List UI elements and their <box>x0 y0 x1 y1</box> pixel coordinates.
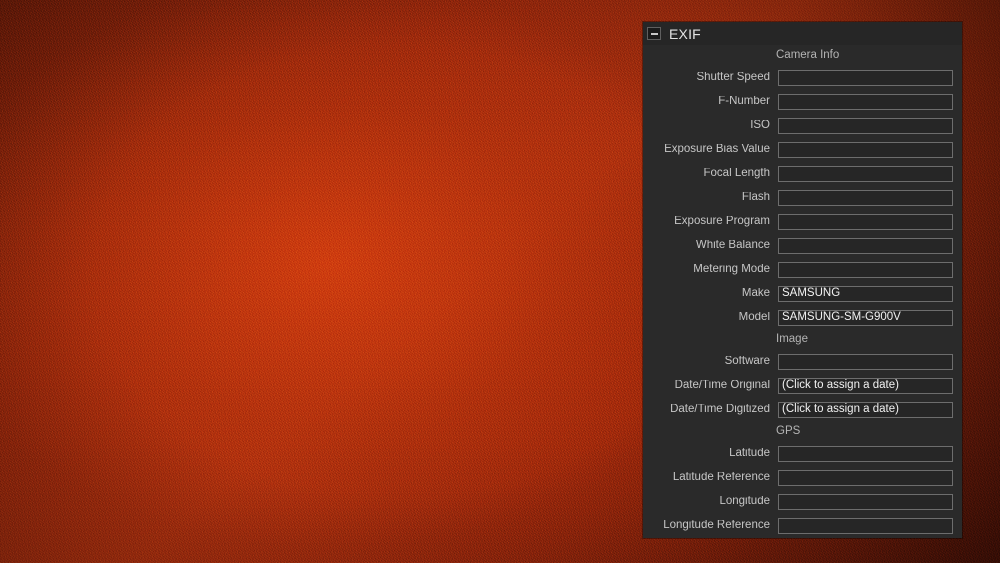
exif-panel-title: EXIF <box>669 25 701 42</box>
section-header-label: Camera Info <box>776 49 840 62</box>
field-input[interactable] <box>778 238 953 254</box>
field-label: Metering Mode <box>693 264 770 276</box>
field-row: Exposure Program <box>643 210 962 234</box>
field-input[interactable] <box>778 118 953 134</box>
field-row: Longitude <box>643 490 962 514</box>
field-input[interactable] <box>778 494 953 510</box>
field-input[interactable] <box>778 94 953 110</box>
field-row: Software <box>643 350 962 374</box>
field-label: Latitude Reference <box>672 472 770 484</box>
field-label: F-Number <box>718 96 770 108</box>
field-row: Focal Length <box>643 162 962 186</box>
minus-icon[interactable] <box>647 27 661 40</box>
field-label: Date/Time Original <box>674 380 770 392</box>
field-label: Date/Time Digitized <box>670 404 770 416</box>
field-row: Date/Time Original (Click to assign a dat… <box>643 374 962 398</box>
field-input[interactable]: SAMSUNG-SM-G900V <box>778 310 953 326</box>
field-row: Model SAMSUNG-SM-G900V <box>643 306 962 330</box>
field-input[interactable] <box>778 470 953 486</box>
field-label: Software <box>724 356 770 368</box>
field-label: Model <box>738 312 770 324</box>
field-label: ISO <box>750 120 770 132</box>
field-input[interactable] <box>778 354 953 370</box>
field-input[interactable] <box>778 190 953 206</box>
field-row: Metering Mode <box>643 258 962 282</box>
field-input[interactable] <box>778 214 953 230</box>
field-input[interactable] <box>778 166 953 182</box>
field-row: Flash <box>643 186 962 210</box>
exif-panel: EXIF Camera Info Shutter Speed F-Number ISO… <box>643 22 962 538</box>
field-row: Date/Time Digitized (Click to assign a da… <box>643 398 962 422</box>
field-row: Latitude Reference <box>643 466 962 490</box>
minus-glyph <box>650 32 658 35</box>
section-header-label: Image <box>776 333 808 346</box>
field-label: Latitude <box>729 448 770 460</box>
field-row: White Balance <box>643 234 962 258</box>
field-label: Focal Length <box>703 168 771 180</box>
field-input[interactable]: (Click to assign a date) <box>778 402 953 418</box>
field-input[interactable]: SAMSUNG <box>778 286 953 302</box>
exif-panel-body: Camera Info Shutter Speed F-Number ISO Expos… <box>643 45 962 538</box>
field-input[interactable] <box>778 142 953 158</box>
field-label: Longitude <box>719 496 770 508</box>
field-input[interactable]: (Click to assign a date) <box>778 378 953 394</box>
field-label: Shutter Speed <box>696 72 770 84</box>
section-header: GPS <box>643 422 962 442</box>
section-header-label: GPS <box>776 425 801 438</box>
field-input[interactable] <box>778 70 953 86</box>
field-label: Make <box>741 288 770 300</box>
field-label: Exposure Bias Value <box>664 144 770 156</box>
field-row: Make SAMSUNG <box>643 282 962 306</box>
field-row: Exposure Bias Value <box>643 138 962 162</box>
field-row: Shutter Speed <box>643 66 962 90</box>
field-row: Longitude Reference <box>643 514 962 538</box>
exif-panel-header: EXIF <box>643 22 962 45</box>
field-input[interactable] <box>778 518 953 534</box>
section-header: Image <box>643 330 962 350</box>
field-row: ISO <box>643 114 962 138</box>
field-label: Longitude Reference <box>663 520 770 532</box>
field-row: Latitude <box>643 442 962 466</box>
field-input[interactable] <box>778 446 953 462</box>
field-row: F-Number <box>643 90 962 114</box>
field-label: Flash <box>741 192 770 204</box>
field-input[interactable] <box>778 262 953 278</box>
field-label: White Balance <box>695 240 770 252</box>
field-label: Exposure Program <box>674 216 770 228</box>
section-header: Camera Info <box>643 46 962 66</box>
